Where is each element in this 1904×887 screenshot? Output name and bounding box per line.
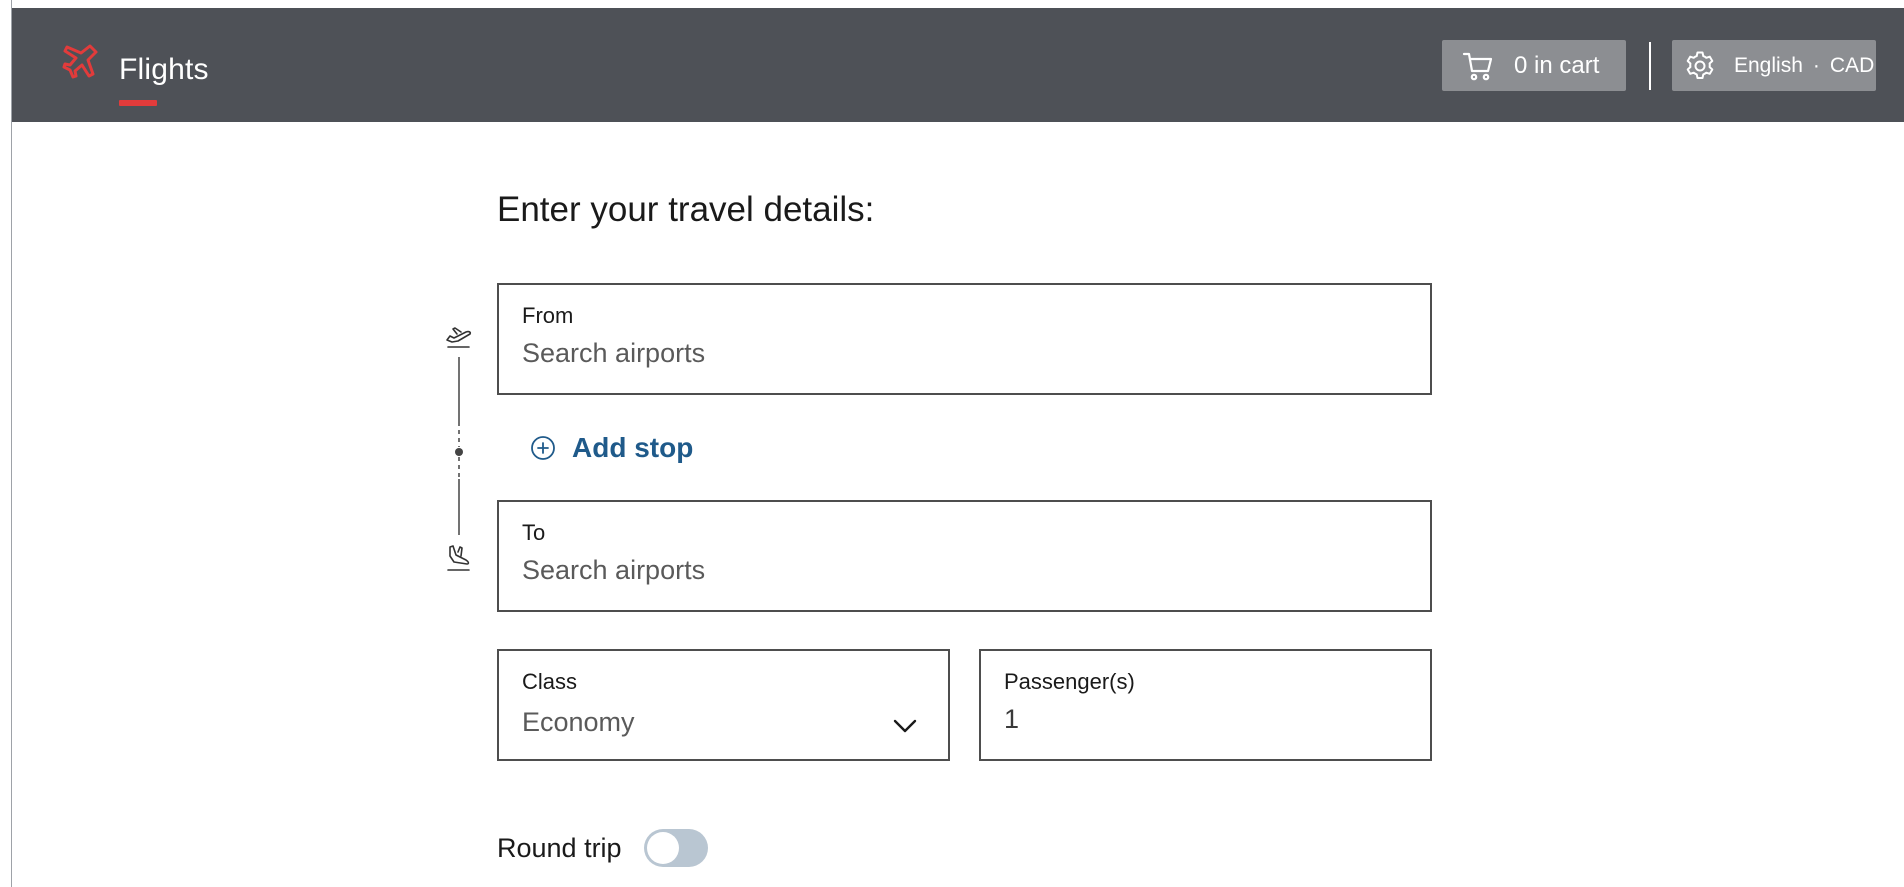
language-label: English bbox=[1734, 53, 1803, 77]
passengers-label: Passenger(s) bbox=[1004, 669, 1135, 694]
from-label: From bbox=[522, 303, 574, 328]
route-line bbox=[455, 357, 463, 535]
round-trip-row: Round trip bbox=[497, 829, 708, 867]
add-stop-label: Add stop bbox=[572, 432, 694, 463]
landing-icon bbox=[447, 545, 470, 571]
header-divider bbox=[1649, 42, 1651, 90]
class-select[interactable]: Class Economy bbox=[497, 649, 950, 761]
plane-icon bbox=[62, 44, 98, 79]
plus-circle-icon bbox=[531, 436, 555, 460]
window-top-edge bbox=[0, 0, 1904, 8]
takeoff-icon bbox=[446, 327, 472, 348]
class-value: Economy bbox=[522, 707, 635, 737]
brand[interactable] bbox=[60, 38, 104, 82]
cart-button[interactable]: 0 in cart bbox=[1442, 40, 1626, 91]
toggle-knob bbox=[646, 832, 679, 864]
passengers-input[interactable] bbox=[1002, 701, 1406, 737]
cart-icon bbox=[1462, 52, 1493, 80]
class-label: Class bbox=[522, 669, 578, 694]
active-tab-indicator bbox=[119, 100, 157, 106]
language-currency-button[interactable]: English · CAD bbox=[1672, 40, 1876, 91]
page-title[interactable]: Flights bbox=[119, 53, 209, 87]
currency-label: CAD bbox=[1829, 53, 1875, 77]
passengers-field[interactable]: Passenger(s) bbox=[979, 649, 1432, 761]
to-label: To bbox=[522, 520, 546, 545]
form-heading: Enter your travel details: bbox=[497, 190, 875, 229]
page: Flights 0 in cart English · CAD Enter yo… bbox=[0, 0, 1904, 887]
gear-icon bbox=[1686, 51, 1714, 79]
top-navigation-bar: Flights 0 in cart English · CAD bbox=[12, 8, 1904, 122]
cart-count-label: 0 in cart bbox=[1514, 51, 1600, 79]
add-stop-button[interactable]: Add stop bbox=[530, 432, 693, 464]
chevron-down-icon[interactable] bbox=[892, 713, 918, 739]
to-input[interactable] bbox=[520, 552, 1404, 588]
to-field[interactable]: To bbox=[497, 500, 1432, 612]
round-trip-toggle[interactable] bbox=[643, 829, 708, 867]
locale-separator: · bbox=[1812, 53, 1820, 77]
window-left-edge bbox=[0, 0, 12, 887]
round-trip-label: Round trip bbox=[497, 832, 622, 863]
from-input[interactable] bbox=[520, 335, 1404, 371]
from-field[interactable]: From bbox=[497, 283, 1432, 395]
